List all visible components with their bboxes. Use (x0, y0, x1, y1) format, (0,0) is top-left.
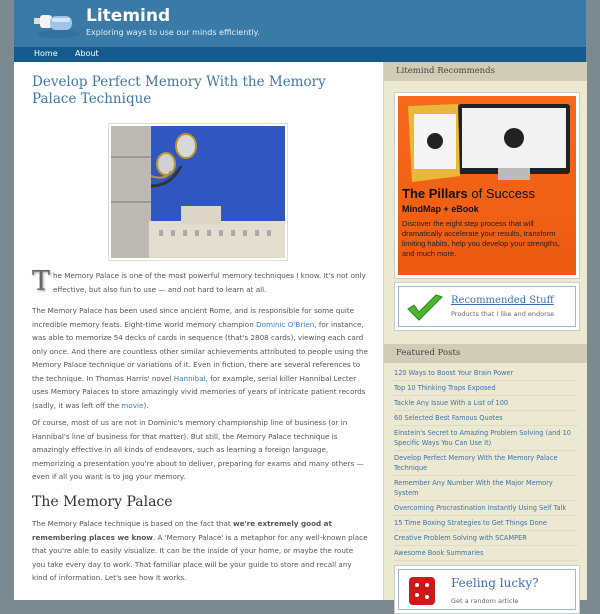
post-image (108, 123, 288, 261)
checkmark-icon (407, 294, 443, 321)
featured-post-link[interactable]: Tackle Any Issue With a List of 100 (394, 396, 578, 411)
main-content: Develop Perfect Memory With the Memory P… (14, 62, 383, 600)
paragraph: Of course, most of us are not in Dominic… (32, 418, 364, 481)
featured-post-link[interactable]: 60 Selected Best Famous Quotes (394, 411, 578, 426)
featured-posts-list: 120 Ways to Boost Your Brain Power Top 1… (394, 366, 578, 561)
paragraph: The Memory Palace technique is based on … (32, 519, 368, 582)
ad-subtitle: MindMap + eBook (402, 204, 479, 214)
link-hannibal[interactable]: Hannibal (174, 374, 206, 383)
featured-post-link[interactable]: Overcoming Procrastination Instantly Usi… (394, 501, 578, 516)
main-nav: Home About (14, 47, 586, 62)
recommended-stuff-box[interactable]: Recommended Stuff Products that I like a… (394, 282, 580, 331)
dice-icon (409, 577, 435, 605)
site-tagline: Exploring ways to use our minds efficien… (86, 28, 260, 37)
featured-post-link[interactable]: Remember Any Number With the Major Memor… (394, 476, 578, 501)
dropcap: T (32, 266, 51, 297)
ad-product-image (408, 104, 570, 182)
link-movie[interactable]: movie (121, 401, 143, 410)
site-header: Litemind Exploring ways to use our minds… (14, 0, 586, 47)
link-dominic-obrien[interactable]: Dominic O'Brien (256, 320, 314, 329)
featured-post-link[interactable]: Einstein's Secret to Amazing Problem Sol… (394, 426, 578, 451)
recommended-stuff-link[interactable]: Recommended Stuff (451, 295, 554, 306)
site-title[interactable]: Litemind (86, 6, 170, 26)
feeling-lucky-box[interactable]: Feeling lucky? Get a random article (394, 565, 580, 614)
recommends-heading: Litemind Recommends (384, 62, 587, 81)
intro-paragraph: The Memory Palace is one of the most pow… (32, 266, 366, 297)
paragraph: The Memory Palace has been used since an… (32, 306, 368, 410)
feeling-lucky-subtitle: Get a random article (451, 597, 519, 605)
feeling-lucky-link[interactable]: Feeling lucky? (451, 576, 539, 590)
pillars-of-success-ad[interactable]: The Pillars of Success MindMap + eBook D… (394, 92, 580, 279)
page: Litemind Exploring ways to use our minds… (14, 0, 587, 614)
section-heading: The Memory Palace (32, 494, 173, 510)
featured-post-link[interactable]: Top 10 Thinking Traps Exposed (394, 381, 578, 396)
featured-post-link[interactable]: Develop Perfect Memory With the Memory P… (394, 451, 578, 476)
nav-home[interactable]: Home (34, 49, 58, 58)
featured-post-link[interactable]: Awesome Book Summaries (394, 546, 578, 561)
featured-heading: Featured Posts (384, 344, 587, 363)
recommended-stuff-subtitle: Products that I like and endorse (451, 310, 555, 318)
ad-title: The Pillars of Success (402, 186, 535, 201)
featured-post-link[interactable]: 15 Time Boxing Strategies to Get Things … (394, 516, 578, 531)
post-title[interactable]: Develop Perfect Memory With the Memory P… (32, 74, 372, 108)
nav-about[interactable]: About (75, 49, 99, 58)
featured-post-link[interactable]: 120 Ways to Boost Your Brain Power (394, 366, 578, 381)
featured-post-link[interactable]: Creative Problem Solving with SCAMPER (394, 531, 578, 546)
sidebar: Litemind Recommends The Pillars of Succe… (383, 62, 587, 614)
lightbulb-logo-icon[interactable] (28, 8, 84, 40)
ad-description: Discover the eight step process that wil… (402, 219, 561, 258)
